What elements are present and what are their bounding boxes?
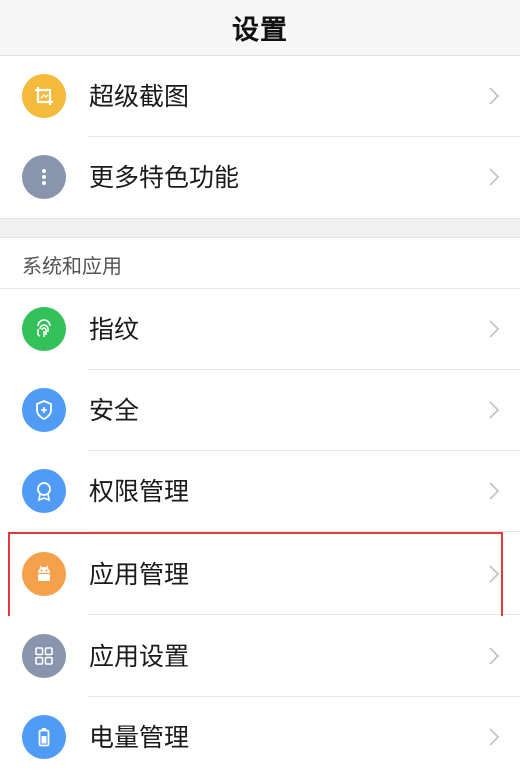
divider [88,614,520,615]
settings-item-label: 指纹 [89,315,140,344]
badge-icon [22,469,66,513]
fingerprint-icon [22,307,66,351]
chevron-right-icon [489,647,500,665]
title-bar: 设置 [0,0,520,56]
settings-item-security[interactable]: 安全 [0,370,520,451]
crop-icon [22,74,66,118]
settings-item-app-settings[interactable]: 应用设置 [0,616,520,697]
chevron-right-icon [489,87,500,105]
settings-item-super-screenshot[interactable]: 超级截图 [0,56,520,137]
section-title: 系统和应用 [22,254,122,278]
battery-icon [22,715,66,759]
settings-item-more-features[interactable]: 更多特色功能 [0,137,520,218]
settings-item-label: 超级截图 [89,82,190,111]
chevron-right-icon [489,401,500,419]
chevron-right-icon [489,320,500,338]
settings-item-label: 电量管理 [89,723,190,752]
grid-icon [22,634,66,678]
settings-item-permissions[interactable]: 权限管理 [0,451,520,532]
page-title: 设置 [232,15,288,46]
settings-item-app-management[interactable]: 应用管理 [0,534,520,615]
section-gap [0,218,520,238]
section-header: 系统和应用 [0,238,520,289]
chevron-right-icon [489,482,500,500]
chevron-right-icon [489,565,500,583]
settings-item-label: 更多特色功能 [89,163,240,192]
settings-item-label: 应用管理 [89,560,190,589]
shield-icon [22,388,66,432]
settings-item-label: 安全 [89,396,140,425]
settings-item-battery[interactable]: 电量管理 [0,697,520,778]
divider [88,531,520,532]
android-icon [22,552,66,596]
chevron-right-icon [489,168,500,186]
settings-item-label: 应用设置 [89,642,190,671]
settings-item-label: 权限管理 [89,477,190,506]
chevron-right-icon [489,728,500,746]
settings-item-fingerprint[interactable]: 指纹 [0,289,520,370]
more-icon [22,155,66,199]
